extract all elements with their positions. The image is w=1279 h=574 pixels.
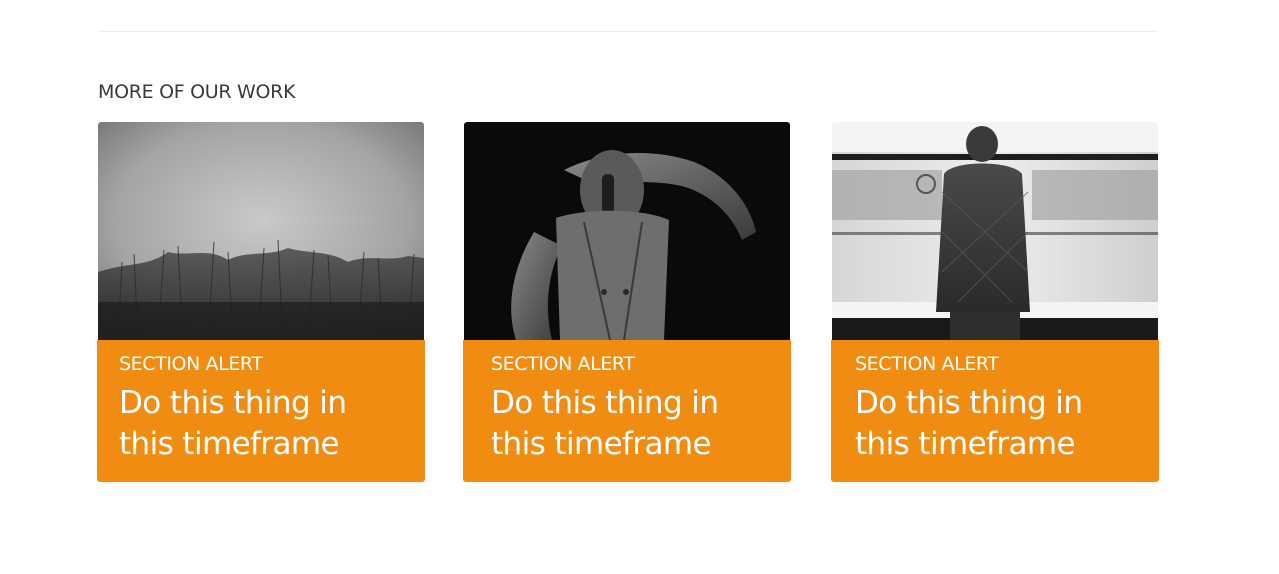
card-title[interactable]: Do this thing in this timeframe: [855, 383, 1125, 465]
work-card-2[interactable]: SECTION ALERT Do this thing in this time…: [463, 122, 791, 482]
page: MORE OF OUR WORK SECTION ALERT Do this t…: [0, 0, 1279, 574]
card-image[interactable]: [464, 122, 790, 340]
card-image[interactable]: [832, 122, 1158, 340]
card-eyebrow: SECTION ALERT: [855, 353, 999, 375]
work-card-1[interactable]: SECTION ALERT Do this thing in this time…: [97, 122, 425, 482]
card-image[interactable]: [98, 122, 424, 340]
work-card-3[interactable]: SECTION ALERT Do this thing in this time…: [831, 122, 1159, 482]
card-caption[interactable]: SECTION ALERT Do this thing in this time…: [97, 340, 425, 482]
card-eyebrow: SECTION ALERT: [491, 353, 635, 375]
section-heading: MORE OF OUR WORK: [98, 81, 296, 103]
card-caption[interactable]: SECTION ALERT Do this thing in this time…: [831, 340, 1159, 482]
card-eyebrow: SECTION ALERT: [119, 353, 263, 375]
card-title[interactable]: Do this thing in this timeframe: [491, 383, 761, 465]
section-divider: [98, 31, 1158, 32]
card-caption[interactable]: SECTION ALERT Do this thing in this time…: [463, 340, 791, 482]
card-title[interactable]: Do this thing in this timeframe: [119, 383, 389, 465]
